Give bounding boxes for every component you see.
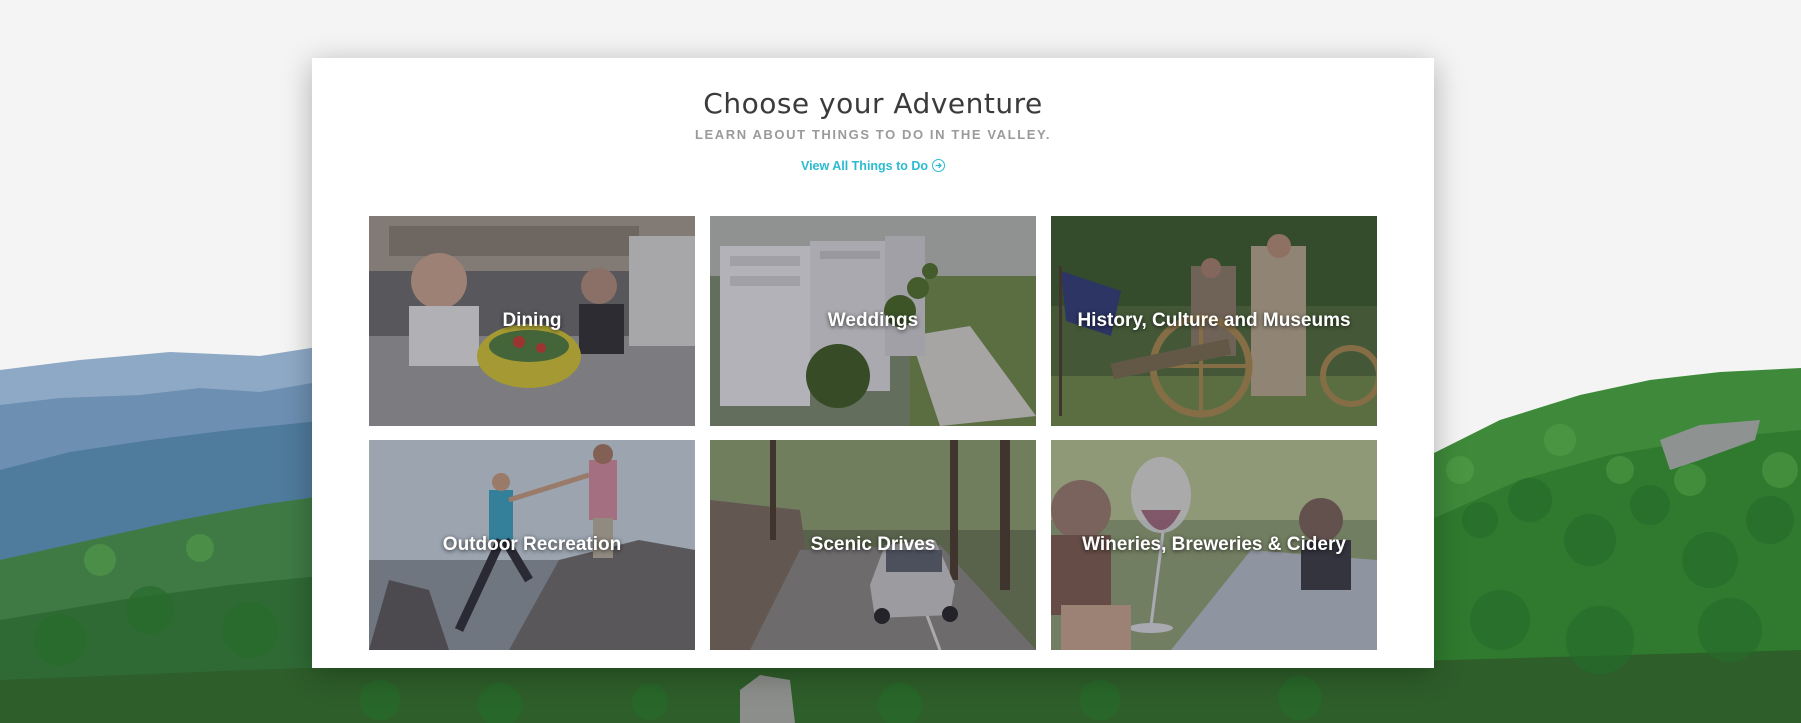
tile-label: Wineries, Breweries & Cidery: [1082, 534, 1346, 555]
tile-label: Outdoor Recreation: [442, 534, 622, 555]
tile-dining[interactable]: Dining: [369, 216, 695, 426]
view-all-label: View All Things to Do: [800, 159, 929, 173]
tile-outdoor-recreation[interactable]: Outdoor Recreation: [369, 440, 695, 650]
arrow-right-circle-icon: [932, 159, 946, 172]
view-all-link[interactable]: View All Things to Do: [312, 159, 1434, 173]
tile-label: Weddings: [827, 310, 919, 331]
tile-weddings[interactable]: Weddings: [710, 216, 1036, 426]
tile-label: History, Culture and Museums: [1077, 310, 1351, 331]
tile-scenic-drives[interactable]: Scenic Drives: [710, 440, 1036, 650]
section-title: Choose your Adventure: [703, 87, 1043, 120]
tile-label: Dining: [502, 310, 562, 331]
adventure-card: Choose your Adventure LEARN ABOUT THINGS…: [312, 58, 1434, 668]
tile-label: Scenic Drives: [810, 534, 936, 555]
tile-wineries-breweries-cidery[interactable]: Wineries, Breweries & Cidery: [1051, 440, 1377, 650]
tile-history-culture-museums[interactable]: History, Culture and Museums: [1051, 216, 1377, 426]
section-subtitle: LEARN ABOUT THINGS TO DO IN THE VALLEY.: [694, 127, 1052, 142]
